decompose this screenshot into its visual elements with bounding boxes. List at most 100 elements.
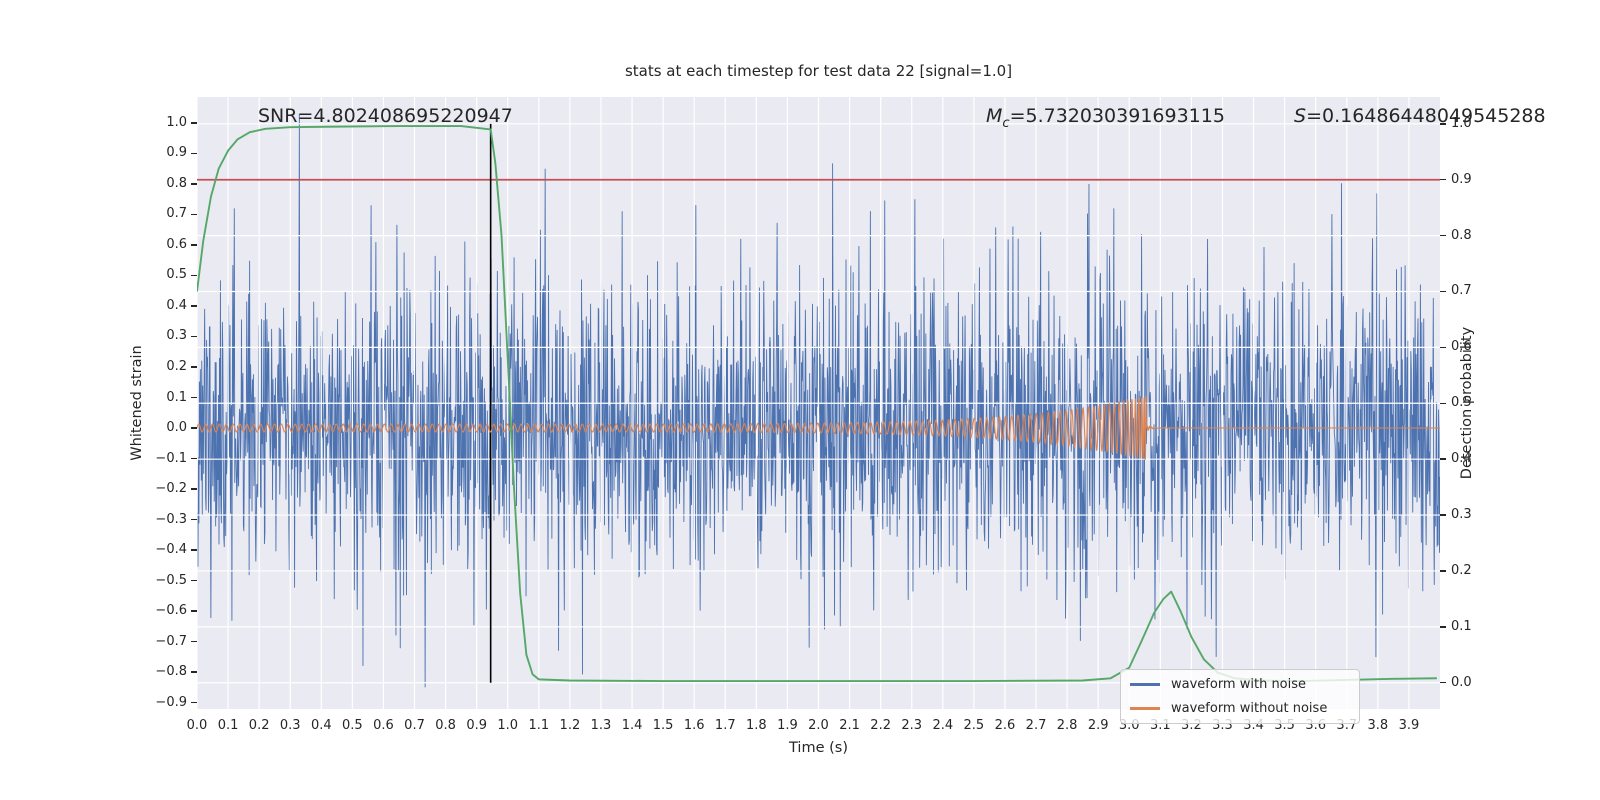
x-axis-tick-label: 2.8 [1056, 718, 1078, 733]
x-axis-tick-label: 0.7 [404, 718, 425, 733]
left-axis-tick-label: −0.4 [155, 542, 187, 558]
right-axis-tick-label: 0.9 [1451, 171, 1472, 187]
legend-label: waveform without noise [1171, 701, 1328, 716]
x-axis-label: Time (s) [789, 740, 848, 756]
left-axis-tick-label: 0.6 [166, 236, 187, 252]
right-axis-tick-mark [1440, 346, 1446, 349]
right-axis-tick-mark [1440, 458, 1446, 460]
right-axis-tick-mark [1440, 234, 1446, 237]
x-axis-tick-label: 0.1 [217, 718, 239, 733]
x-axis-tick-label: 1.5 [652, 718, 674, 733]
x-axis-tick-label: 2.7 [1025, 718, 1047, 733]
left-y-axis-label: Whitened strain [129, 345, 145, 461]
left-axis-tick-label: −0.7 [155, 633, 187, 649]
x-axis-tick-label: 2.2 [870, 718, 891, 733]
right-axis-tick-label: 0.6 [1451, 339, 1472, 355]
legend-label: waveform with noise [1171, 677, 1307, 692]
x-axis-tick-label: 1.3 [590, 718, 612, 733]
right-axis-tick-label: 0.1 [1451, 618, 1472, 634]
legend-entry-with-noise: waveform with noise [1121, 675, 1359, 695]
right-axis-tick-mark [1440, 626, 1446, 628]
left-axis-tick-label: −0.1 [155, 450, 187, 466]
left-axis-tick-label: 0.8 [166, 175, 187, 191]
x-axis-tick-label: 1.4 [621, 718, 643, 733]
x-axis-tick-label: 2.5 [963, 718, 985, 733]
x-axis-tick-label: 1.7 [714, 718, 736, 733]
x-axis-tick-label: 0.6 [373, 718, 394, 733]
left-axis-tick-mark [191, 549, 197, 551]
left-axis-tick-mark [191, 366, 197, 368]
x-axis-tick-label: 3.9 [1398, 718, 1420, 733]
x-axis-tick-label: 3.8 [1367, 718, 1389, 733]
x-axis-tick-label: 2.1 [839, 718, 860, 733]
left-axis-tick-label: 1.0 [166, 114, 187, 130]
x-axis-tick-label: 0.5 [342, 718, 363, 733]
left-axis-tick-mark [191, 335, 197, 338]
similarity-annotation: S=0.16486448049545288 [1294, 105, 1546, 127]
left-axis-tick-mark [191, 579, 197, 582]
x-axis-tick-label: 1.0 [497, 718, 519, 733]
x-axis-tick-label: 0.9 [466, 718, 488, 733]
x-axis-tick-label: 2.9 [1087, 718, 1109, 733]
left-axis-tick-label: 0.1 [166, 389, 187, 405]
left-axis-tick-mark [191, 122, 197, 124]
right-axis-tick-label: 0.5 [1451, 395, 1472, 411]
left-axis-tick-mark [191, 518, 197, 521]
left-axis-tick-mark [191, 244, 197, 246]
x-axis-tick-label: 0.8 [435, 718, 456, 733]
right-axis-tick-mark [1440, 178, 1446, 181]
left-axis-tick-mark [191, 427, 197, 429]
x-axis-tick-label: 1.6 [683, 718, 705, 733]
legend-entry-without-noise: waveform without noise [1121, 699, 1359, 719]
left-axis-tick-label: −0.6 [155, 603, 187, 619]
figure: stats at each timestep for test data 22 … [0, 0, 1600, 800]
left-axis-tick-mark [191, 701, 197, 704]
right-axis-tick-mark [1440, 514, 1446, 516]
right-axis-tick-mark [1440, 290, 1446, 293]
left-axis-tick-label: 0.4 [166, 297, 187, 313]
left-axis-tick-mark [191, 640, 197, 643]
left-axis-tick-mark [191, 305, 197, 307]
left-axis-tick-label: 0.5 [166, 267, 187, 283]
left-axis-tick-label: −0.9 [155, 694, 187, 710]
left-axis-tick-label: 0.7 [166, 206, 187, 222]
chirp-mass-annotation: Mc=5.732030391693115 [986, 105, 1225, 131]
left-axis-tick-mark [191, 213, 197, 216]
left-axis-tick-mark [191, 488, 197, 490]
x-axis-tick-label: 0.2 [248, 718, 270, 733]
right-axis-tick-mark [1440, 570, 1446, 572]
left-axis-tick-label: −0.2 [155, 481, 187, 497]
x-axis-tick-label: 2.0 [808, 718, 829, 733]
plot-area [197, 97, 1440, 709]
x-axis-tick-label: 0.4 [310, 718, 332, 733]
left-axis-tick-mark [191, 274, 197, 277]
plot-canvas [197, 97, 1440, 709]
left-axis-tick-label: −0.8 [155, 664, 187, 680]
x-axis-tick-label: 1.2 [559, 718, 581, 733]
right-axis-tick-label: 0.3 [1451, 507, 1472, 523]
left-axis-tick-mark [191, 610, 197, 612]
left-axis-tick-label: −0.3 [155, 511, 187, 527]
left-axis-tick-label: 0.2 [166, 359, 187, 374]
left-axis-tick-label: 0.9 [166, 145, 187, 161]
left-axis-tick-mark [191, 671, 197, 673]
x-axis-tick-label: 2.3 [901, 718, 923, 733]
left-axis-tick-label: −0.5 [155, 572, 187, 588]
left-axis-tick-mark [191, 152, 197, 155]
right-axis-tick-label: 0.4 [1451, 451, 1472, 467]
legend: waveform with noise waveform without noi… [1120, 669, 1360, 724]
x-axis-tick-label: 1.1 [528, 718, 550, 733]
left-axis-tick-mark [191, 396, 197, 399]
legend-line-sample-orange [1130, 707, 1160, 710]
chart-title: stats at each timestep for test data 22 … [624, 62, 1013, 80]
x-axis-tick-label: 2.4 [932, 718, 954, 733]
right-axis-tick-label: 0.2 [1451, 562, 1472, 578]
x-axis-tick-label: 1.8 [746, 718, 767, 733]
left-axis-tick-mark [191, 457, 197, 460]
left-axis-tick-label: 0.0 [166, 420, 187, 436]
right-axis-tick-mark [1440, 402, 1446, 405]
right-axis-tick-label: 0.0 [1451, 674, 1472, 690]
x-axis-tick-label: 2.6 [994, 718, 1016, 733]
left-axis-tick-label: 0.3 [166, 328, 187, 344]
left-axis-tick-mark [191, 183, 197, 185]
